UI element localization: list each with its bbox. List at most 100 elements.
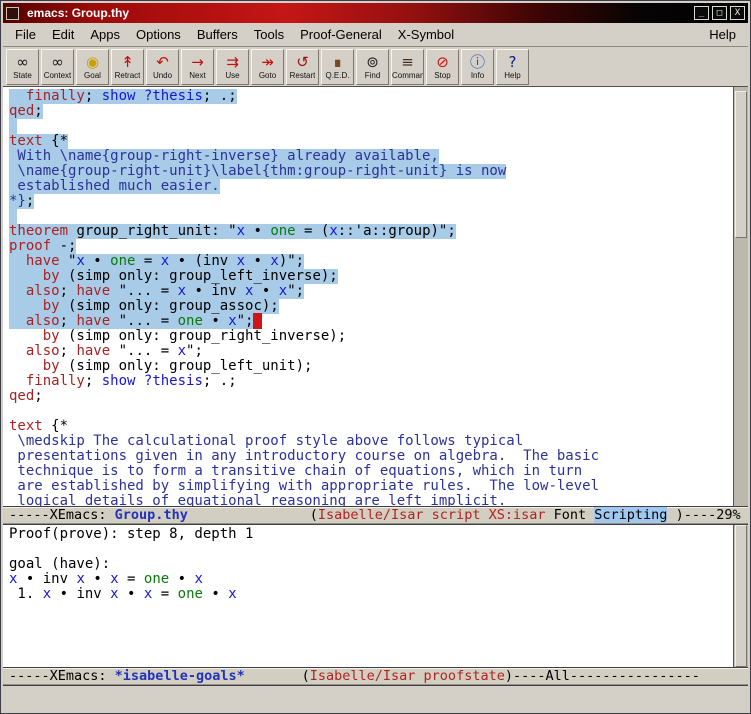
line-content: logical details of equational reasoning … [9,494,506,506]
toolbar-button-q-e-d[interactable]: ∎Q.E.D. [321,49,354,85]
text-segment: "; [186,343,203,359]
toolbar-button-label: Q.E.D. [325,71,349,80]
toolbar-button-label: Find [365,71,381,80]
text-segment: Font [546,507,595,523]
toolbar-button-restart[interactable]: ↺Restart [286,49,319,85]
text-segment [9,328,43,344]
text-segment: = [135,253,160,269]
text-segment: • [85,253,110,269]
mode-line-script: -----XEmacs: Group.thy (Isabelle/Isar sc… [3,506,748,525]
q-e-d-icon: ∎ [333,53,343,71]
menu-item-file[interactable]: File [7,24,44,45]
line-content: by (simp only: group_right_inverse); [9,329,346,344]
code-line: theorem group_right_unit: "x • one = (x:… [9,224,733,239]
text-segment: are established by simplifying with appr… [9,478,599,494]
text-segment [245,668,302,684]
text-segment: (simp only: group_right_inverse); [60,328,347,344]
text-segment: proof [9,238,51,254]
toolbar-button-use[interactable]: ⇉Use [216,49,249,85]
text-segment: x [76,253,84,269]
line-content: finally; show ?thesis; .; [9,89,237,104]
toolbar-button-context[interactable]: ∞Context [41,49,74,85]
code-line: have "x • one = x • (inv x • x)"; [9,254,733,269]
toolbar-button-retract[interactable]: ↟Retract [111,49,144,85]
code-line: by (simp only: group_assoc); [9,299,733,314]
line-content: text {* [9,134,68,149]
code-line: also; have "... = one • x"; [9,314,733,329]
menu-item-buffers[interactable]: Buffers [189,24,246,45]
editor-scrollbar[interactable] [733,87,748,506]
minibuffer[interactable] [3,686,748,711]
text-segment [9,118,17,134]
maximize-button[interactable]: □ [712,6,727,20]
toolbar-button-info[interactable]: ⓘInfo [461,49,494,85]
menu-item-help[interactable]: Help [701,24,744,45]
menu-item-proof-general[interactable]: Proof-General [292,24,390,45]
text-segment: • inv [186,283,245,299]
line-content: technique is to form a transitive chain … [9,464,582,479]
editor-scrollbar-thumb[interactable] [735,91,747,238]
line-content [9,209,17,224]
menu-item-options[interactable]: Options [128,24,189,45]
text-segment: x [270,253,278,269]
toolbar-button-next[interactable]: →Next [181,49,214,85]
toolbar-button-undo[interactable]: ↶Undo [146,49,179,85]
code-line: by (simp only: group_left_inverse); [9,269,733,284]
text-segment: XEmacs: [50,668,115,684]
menu-item-edit[interactable]: Edit [44,24,82,45]
toolbar-button-stop[interactable]: ⊘Stop [426,49,459,85]
text-segment: ?thesis [144,88,203,104]
toolbar-button-goto[interactable]: ↠Goto [251,49,284,85]
script-buffer[interactable]: finally; show ?thesis; .;qed; text {* Wi… [3,87,748,506]
text-segment: qed [9,388,34,404]
menu-item-tools[interactable]: Tools [246,24,292,45]
text-segment: finally [26,373,85,389]
text-segment: ; .; [203,373,237,389]
text-segment [9,253,26,269]
text-segment: 1. [9,586,43,602]
text-segment: "... = [110,343,177,359]
line-content: qed; [9,389,43,404]
toolbar-button-label: Command [392,71,423,80]
window-menu-icon[interactable] [6,7,19,20]
toolbar-button-state[interactable]: ∞State [6,49,39,85]
toolbar-button-find[interactable]: ⊚Find [356,49,389,85]
code-line: \name{group-right-unit}\label{thm:group-… [9,164,733,179]
line-content: Proof(prove): step 8, depth 1 [9,527,253,542]
text-segment: group_right_unit: " [68,223,237,239]
goals-scrollbar[interactable] [733,525,748,667]
toolbar-button-help[interactable]: ?Help [496,49,529,85]
retract-icon: ↟ [121,53,134,71]
close-button[interactable]: X [730,6,745,20]
text-segment: *isabelle-goals* [115,668,245,684]
text-segment: by [43,298,60,314]
goals-buffer[interactable]: Proof(prove): step 8, depth 1goal (have)… [3,525,748,667]
line-content: proof -; [9,239,76,254]
code-line: *}; [9,194,733,209]
toolbar-button-label: Goal [84,71,101,80]
menu-item-x-symbol[interactable]: X-Symbol [390,24,462,45]
line-content: also; have "... = one • x"; [9,314,262,329]
line-content [9,119,17,134]
code-line [9,542,733,557]
window-controls: _ □ X [694,6,745,20]
text-segment: ----- [9,507,50,523]
toolbar-button-command[interactable]: ≡Command [391,49,424,85]
text-cursor [253,313,261,329]
text-segment: Group.thy [115,507,188,523]
goals-scrollbar-thumb[interactable] [735,525,747,667]
code-line: technique is to form a transitive chain … [9,464,733,479]
text-segment: x [110,586,118,602]
code-line: finally; show ?thesis; .; [9,374,733,389]
minimize-button[interactable]: _ [694,6,709,20]
info-icon: ⓘ [470,53,485,71]
undo-icon: ↶ [156,53,169,71]
text-segment: x [228,586,236,602]
text-segment [9,343,26,359]
menu-item-apps[interactable]: Apps [82,24,128,45]
line-content: finally; show ?thesis; .; [9,374,237,389]
toolbar-button-goal[interactable]: ◉Goal [76,49,109,85]
text-segment: = ( [296,223,330,239]
text-segment: = [152,586,177,602]
title-bar[interactable]: emacs: Group.thy _ □ X [3,3,748,23]
